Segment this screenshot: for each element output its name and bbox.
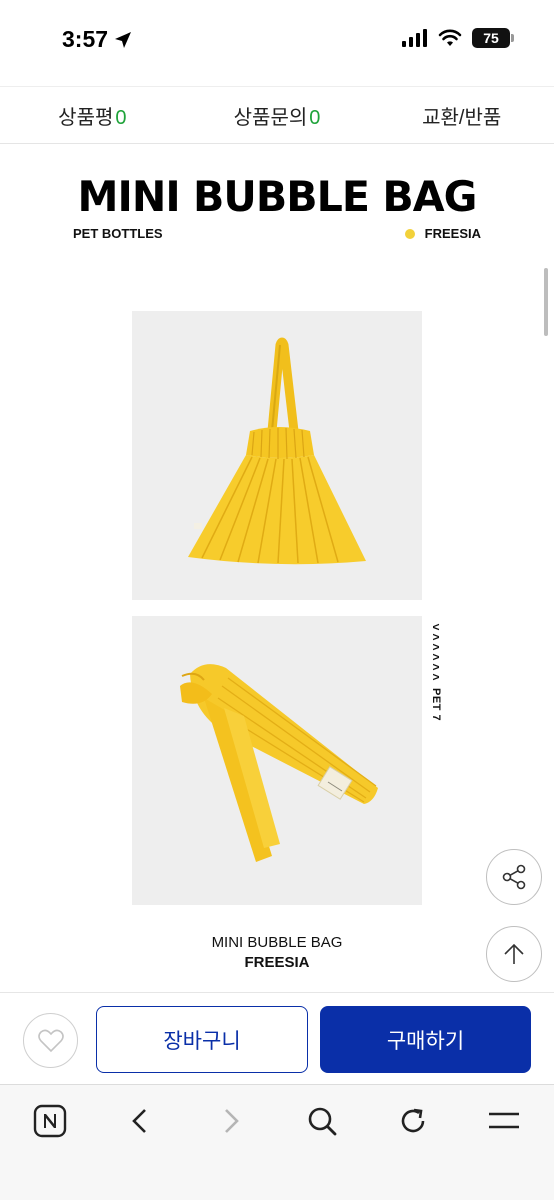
signal-icon <box>402 29 427 47</box>
location-arrow-icon <box>115 31 132 48</box>
caption-product-name: MINI BUBBLE BAG <box>211 934 343 951</box>
yellow-bag-hanging-image <box>188 337 366 565</box>
tab-exchange-label: 교환/반품 <box>422 106 502 129</box>
naver-home-icon <box>33 1104 67 1138</box>
naver-home-button[interactable] <box>28 1099 72 1143</box>
share-icon <box>502 864 526 890</box>
purchase-bar: 장바구니 구매하기 <box>0 992 554 1084</box>
tab-reviews-count: 0 <box>115 106 127 129</box>
add-to-cart-button[interactable]: 장바구니 <box>96 1006 308 1073</box>
wifi-icon <box>438 29 462 46</box>
buy-now-button[interactable]: 구매하기 <box>320 1006 531 1073</box>
refresh-icon <box>401 1108 425 1133</box>
search-icon <box>308 1107 337 1136</box>
tab-inquiries[interactable]: 상품문의 0 <box>185 101 370 130</box>
search-button[interactable] <box>300 1099 344 1143</box>
back-icon <box>132 1109 146 1133</box>
scroll-to-top-button[interactable] <box>486 926 542 982</box>
battery-level: 75 <box>483 30 499 46</box>
status-indicators: 75 <box>402 28 514 48</box>
color-name: FREESIA <box>424 226 481 241</box>
tab-exchange-return[interactable]: 교환/반품 <box>369 101 554 130</box>
product-image-folded[interactable] <box>132 616 422 905</box>
yellow-bag-folded-image <box>180 664 378 862</box>
battery-indicator: 75 <box>472 28 514 48</box>
tab-inquiries-count: 0 <box>309 106 321 129</box>
page-scrollbar[interactable] <box>544 268 548 336</box>
menu-icon <box>489 1112 519 1129</box>
status-bar: 3:57 75 <box>0 0 554 84</box>
forward-button[interactable] <box>209 1099 253 1143</box>
share-button[interactable] <box>486 849 542 905</box>
status-time: 3:57 <box>62 26 132 53</box>
menu-button[interactable] <box>482 1099 526 1143</box>
browser-toolbar <box>0 1084 554 1200</box>
back-button[interactable] <box>118 1099 162 1143</box>
tab-reviews-label: 상품평 <box>58 106 114 129</box>
heart-icon <box>37 1029 64 1052</box>
clock-text: 3:57 <box>62 26 109 52</box>
pet-label-text: PET 7 <box>430 688 442 722</box>
color-label: FREESIA <box>404 226 481 241</box>
wishlist-button[interactable] <box>23 1013 78 1068</box>
arrow-up-icon <box>504 943 524 964</box>
material-label: PET BOTTLES <box>73 226 163 241</box>
product-title: MINI BUBBLE BAG <box>77 172 478 221</box>
refresh-button[interactable] <box>391 1099 435 1143</box>
chevron-down-icon: > <box>432 670 440 684</box>
product-tab-nav: 상품평 0 상품문의 0 교환/반품 <box>0 86 554 144</box>
pet-indicator: < > > > > > PET 7 <box>428 621 444 722</box>
forward-icon <box>225 1109 239 1133</box>
tab-reviews[interactable]: 상품평 0 <box>0 101 185 130</box>
caption-color-name: FREESIA <box>244 954 310 971</box>
color-swatch <box>404 228 415 239</box>
product-image-front[interactable] <box>132 311 422 600</box>
tab-inquiries-label: 상품문의 <box>233 106 308 129</box>
